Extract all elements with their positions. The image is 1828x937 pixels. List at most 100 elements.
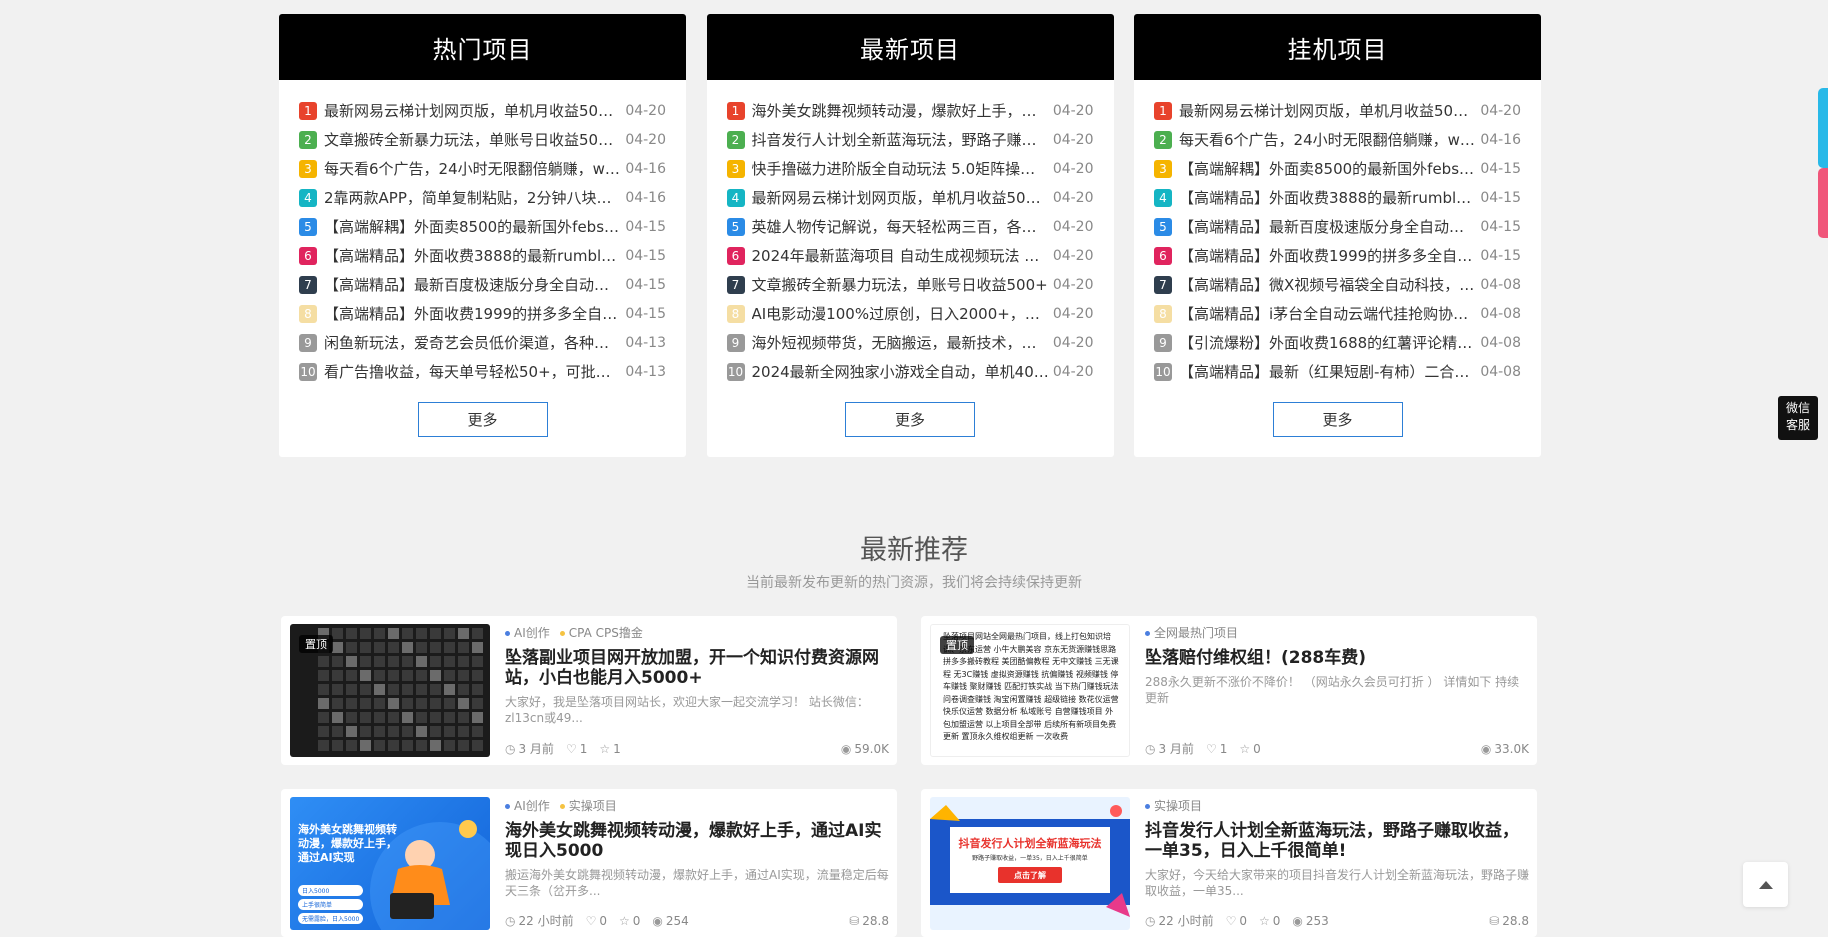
post-stars[interactable]: ☆ 0 [1259,914,1280,928]
board-list-item[interactable]: 6 【高端精品】外面收费3888的最新rumble撸美金项目04-15 [299,241,666,270]
board-list-item[interactable]: 6 【高端精品】外面收费1999的拼多多全自动项目 04-15 [1154,241,1521,270]
board-list-item[interactable]: 1 海外美女跳舞视频转动漫，爆款好上手，通过AI实现日入500004-20 [726,96,1094,125]
thumbnail-grid-cell [318,684,329,695]
board-item-title[interactable]: 2靠两款APP，简单复制粘贴，2分钟八块钱，无上限 [324,187,621,208]
board-item-title[interactable]: 每天看6个广告，24小时无限翻倍躺赚，web3.0 [1179,129,1476,150]
post-likes[interactable]: ♡ 1 [566,742,587,756]
board-list-item[interactable]: 4 【高端精品】外面收费3888的最新rumble撸美金04-15 [1154,183,1521,212]
board-list-item[interactable]: 2 抖音发行人计划全新蓝海玩法，野路子赚取收益 04-20 [726,125,1094,154]
board-item-title[interactable]: 英雄人物传记解说，每天轻松两三百，各个平台都能发 [752,216,1049,237]
post-title[interactable]: 坠落赔付维权组！(288车费) [1145,648,1529,668]
board-item-title[interactable]: 海外短视频带货，无脑搬运，最新技术，日入过千 [752,332,1049,353]
board-hot: 热门项目 1最新网易云梯计划网页版，单机月收益5000+！可放大操作04-202… [279,14,686,457]
board-item-title[interactable]: AI电影动漫100%过原创，日入2000+，视频号新玩法 [752,303,1049,324]
board-list-item[interactable]: 5 【高端精品】最新百度极速版分身全自动撸金项目 04-15 [1154,212,1521,241]
board-list-item[interactable]: 10 2024最新全网独家小游戏全自动，单机40~50 04-20 [726,357,1094,386]
board-list-item[interactable]: 10 【高端精品】最新（红果短剧-有柿）二合一项目 04-08 [1154,357,1521,386]
board-list-item[interactable]: 7 【高端精品】微X视频号福袋全自动科技，日入 04-08 [1154,270,1521,299]
post-likes[interactable]: ♡ 1 [1206,742,1227,756]
board-list-item[interactable]: 10 看广告撸收益，每天单号轻松50+，可批量操作 04-13 [299,357,666,386]
post-tag[interactable]: AI创作 [505,624,550,641]
board-list-item[interactable]: 4 2靠两款APP，简单复制粘贴，2分钟八块钱，无上限04-16 [299,183,666,212]
board-list-item[interactable]: 8 【高端精品】外面收费1999的拼多多全自动项目 04-15 [299,299,666,328]
post-likes[interactable]: ♡ 0 [586,914,607,928]
board-item-title[interactable]: 抖音发行人计划全新蓝海玩法，野路子赚取收益 [752,129,1049,150]
post-card[interactable]: 抖音发行人计划全新蓝海玩法 野路子赚取收益，一单35，日入上千很简单 点击了解 … [921,789,1537,937]
board-list-item[interactable]: 7 【高端精品】最新百度极速版分身全自动撸金项目 04-15 [299,270,666,299]
board-list-item[interactable]: 9 【引流爆粉】外面收费1688的红薯评论精准引流 04-08 [1154,328,1521,357]
board-list-item[interactable]: 4 最新网易云梯计划网页版，单机月收益5000+！ 04-20 [726,183,1094,212]
board-list-item[interactable]: 8 AI电影动漫100%过原创，日入2000+，视频号新玩法04-20 [726,299,1094,328]
board-item-title[interactable]: 最新网易云梯计划网页版，单机月收益5000+！可放大操作 [324,100,621,121]
post-thumbnail[interactable]: 海外美女跳舞视频转动漫，爆款好上手，通过AI实现 日入5000 上手很简单 无需… [290,797,490,930]
board-item-title[interactable]: 每天看6个广告，24小时无限翻倍躺赚，web3.0新平台 [324,158,621,179]
board-list-item[interactable]: 2 每天看6个广告，24小时无限翻倍躺赚，web3.0 04-16 [1154,125,1521,154]
post-stars[interactable]: ☆ 0 [619,914,640,928]
board-list-item[interactable]: 1 最新网易云梯计划网页版，单机月收益5000+！ 04-20 [1154,96,1521,125]
board-item-title[interactable]: 文章搬砖全新暴力玩法，单账号日收益500+ [752,274,1049,295]
board-item-title[interactable]: 海外美女跳舞视频转动漫，爆款好上手，通过AI实现日入5000 [752,100,1049,121]
post-tag[interactable]: 实操项目 [560,797,617,814]
post-title[interactable]: 坠落副业项目网开放加盟，开一个知识付费资源网站，小白也能月入5000+ [505,648,889,688]
board-item-title[interactable]: 【高端精品】i茅台全自动云端代挂抢购协议版 [1179,303,1476,324]
more-button[interactable]: 更多 [1272,402,1403,437]
board-item-title[interactable]: 【高端解耦】外面卖8500的最新国外febspot项目 [324,216,621,237]
rank-badge: 2 [1154,130,1172,149]
post-thumbnail[interactable]: 抖音发行人计划全新蓝海玩法 野路子赚取收益，一单35，日入上千很简单 点击了解 [930,797,1130,930]
post-title[interactable]: 海外美女跳舞视频转动漫，爆款好上手，通过AI实现日入5000 [505,821,889,861]
board-list-item[interactable]: 5 【高端解耦】外面卖8500的最新国外febspot项目04-15 [299,212,666,241]
thumbnail-grid-cell [402,698,413,709]
board-item-title[interactable]: 【高端精品】外面收费3888的最新rumble撸美金 [1179,187,1476,208]
board-list-item[interactable]: 3 【高端解耦】外面卖8500的最新国外febspot项目04-15 [1154,154,1521,183]
thumbnail-grid-cell [430,712,441,723]
board-item-title[interactable]: 【高端精品】最新百度极速版分身全自动撸金项目 [324,274,621,295]
board-item-date: 04-20 [1052,102,1094,119]
post-tag[interactable]: 实操项目 [1145,797,1202,814]
board-item-title[interactable]: 闲鱼新玩法，爱奇艺会员低价渠道，各种影视会员 [324,332,621,353]
back-to-top-button[interactable] [1743,862,1788,907]
board-list-item[interactable]: 6 2024年最新蓝海项目 自动生成视频玩法 分分钟日入04-20 [726,241,1094,270]
more-button[interactable]: 更多 [845,402,975,437]
board-item-title[interactable]: 最新网易云梯计划网页版，单机月收益5000+！ [1179,100,1476,121]
board-item-title[interactable]: 文章搬砖全新暴力玩法，单账号日收益500+，操作简单 [324,129,621,150]
post-card[interactable]: 置顶 AI创作 CPA CPS撸金 坠落副业项目网开放加盟，开一个知识付费资源网… [281,616,897,765]
board-item-title[interactable]: 2024最新全网独家小游戏全自动，单机40~50 [752,361,1049,382]
board-item-title[interactable]: 【高端精品】外面收费1999的拼多多全自动项目 [1179,245,1476,266]
board-item-title[interactable]: 看广告撸收益，每天单号轻松50+，可批量操作 [324,361,621,382]
board-list-item[interactable]: 9 海外短视频带货，无脑搬运，最新技术，日入过千 04-20 [726,328,1094,357]
wechat-support-button[interactable]: 微信 客服 [1778,396,1818,440]
board-item-title[interactable]: 【高端精品】外面收费3888的最新rumble撸美金项目 [324,245,621,266]
board-list-item[interactable]: 1 最新网易云梯计划网页版，单机月收益5000+！可放大操作04-20 [299,96,666,125]
post-tag[interactable]: 全网最热门项目 [1145,624,1238,641]
thumbnail-grid-cell [458,684,469,695]
clock-icon: ◷ [1145,742,1156,756]
board-item-title[interactable]: 最新网易云梯计划网页版，单机月收益5000+！ [752,187,1049,208]
board-list-item[interactable]: 3 快手撸磁力进阶版全自动玩法 5.0矩阵操单号日入 04-20 [726,154,1094,183]
more-button[interactable]: 更多 [417,402,548,437]
board-list-item[interactable]: 7 文章搬砖全新暴力玩法，单账号日收益500+ 04-20 [726,270,1094,299]
post-stars[interactable]: ☆ 1 [599,742,620,756]
board-item-title[interactable]: 快手撸磁力进阶版全自动玩法 5.0矩阵操单号日入 [752,158,1049,179]
post-stars[interactable]: ☆ 0 [1239,742,1260,756]
board-list-item[interactable]: 9 闲鱼新玩法，爱奇艺会员低价渠道，各种影视会员 04-13 [299,328,666,357]
post-title[interactable]: 抖音发行人计划全新蓝海玩法，野路子赚取收益，一单35，日入上千很简单! [1145,821,1529,861]
post-tag[interactable]: AI创作 [505,797,550,814]
board-item-title[interactable]: 【引流爆粉】外面收费1688的红薯评论精准引流 [1179,332,1476,353]
post-thumbnail[interactable]: 坠落项目网站全网最热门项目，线上打包知识培训、京东运营 小牛大鹏美容 京东无货源… [930,624,1130,757]
board-item-title[interactable]: 【高端精品】外面收费1999的拼多多全自动项目 [324,303,621,324]
board-list-item[interactable]: 5 英雄人物传记解说，每天轻松两三百，各个平台都能发04-20 [726,212,1094,241]
board-item-title[interactable]: 【高端解耦】外面卖8500的最新国外febspot项目 [1179,158,1476,179]
board-item-title[interactable]: 【高端精品】微X视频号福袋全自动科技，日入 [1179,274,1476,295]
post-thumbnail[interactable]: 置顶 [290,624,490,757]
post-card[interactable]: 海外美女跳舞视频转动漫，爆款好上手，通过AI实现 日入5000 上手很简单 无需… [281,789,897,937]
thumbnail-grid-cell [402,726,413,737]
board-list-item[interactable]: 8 【高端精品】i茅台全自动云端代挂抢购协议版 04-08 [1154,299,1521,328]
post-likes[interactable]: ♡ 0 [1226,914,1247,928]
post-tag[interactable]: CPA CPS撸金 [560,624,643,641]
board-list-item[interactable]: 3 每天看6个广告，24小时无限翻倍躺赚，web3.0新平台04-16 [299,154,666,183]
post-card[interactable]: 坠落项目网站全网最热门项目，线上打包知识培训、京东运营 小牛大鹏美容 京东无货源… [921,616,1537,765]
board-item-title[interactable]: 2024年最新蓝海项目 自动生成视频玩法 分分钟日入 [752,245,1049,266]
board-item-title[interactable]: 【高端精品】最新（红果短剧-有柿）二合一项目 [1179,361,1476,382]
board-item-title[interactable]: 【高端精品】最新百度极速版分身全自动撸金项目 [1179,216,1476,237]
board-list-item[interactable]: 2 文章搬砖全新暴力玩法，单账号日收益500+，操作简单04-20 [299,125,666,154]
